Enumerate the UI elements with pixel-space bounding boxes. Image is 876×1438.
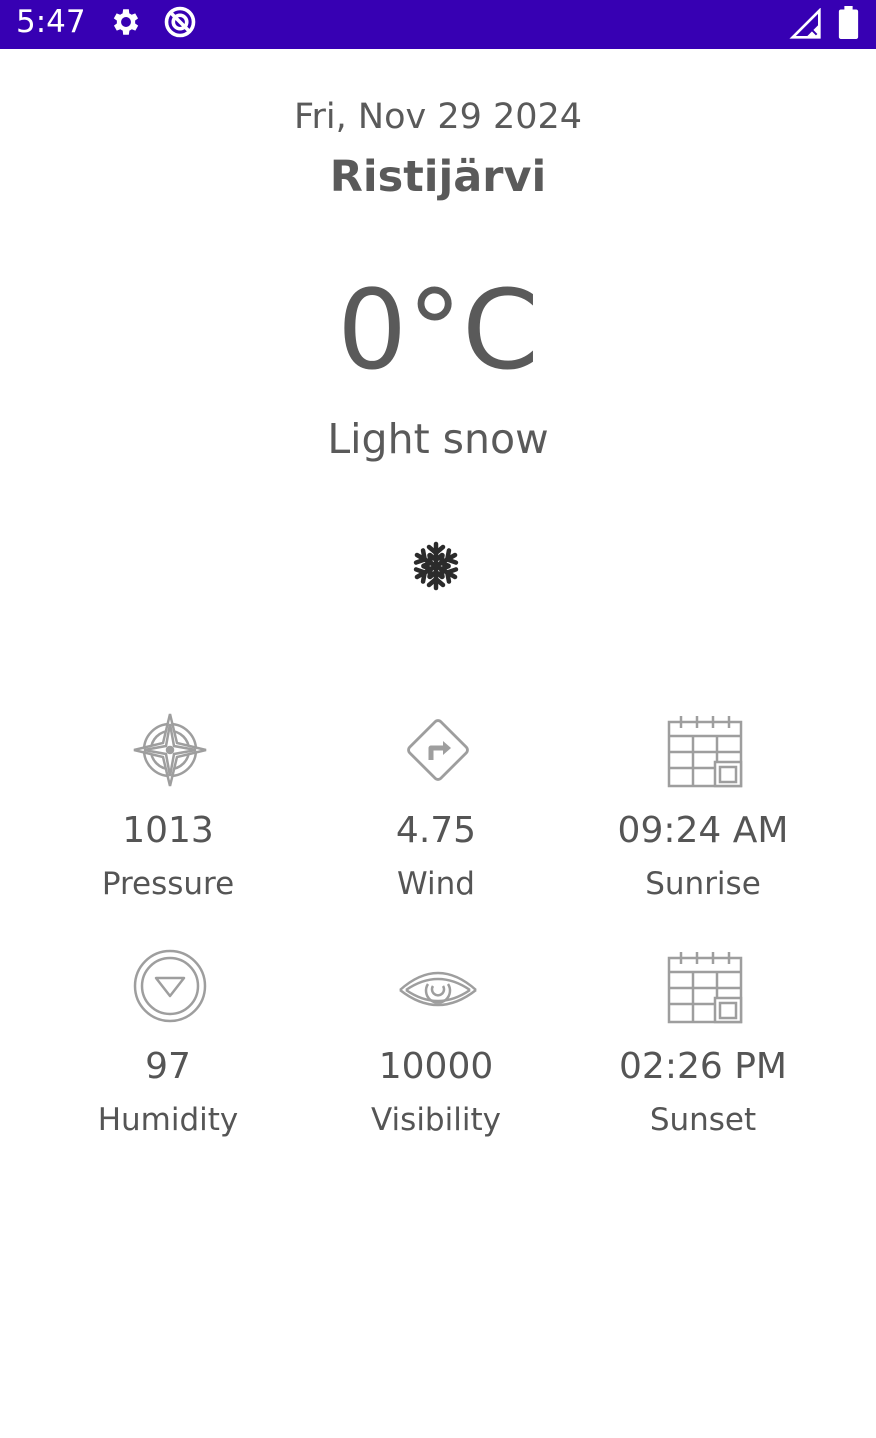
temperature: 0°C (337, 266, 539, 394)
visibility-label: Visibility (371, 1102, 501, 1138)
status-bar: 5:47 (0, 0, 876, 49)
sunrise-value: 09:24 AM (617, 810, 789, 851)
signal-icon (789, 8, 821, 39)
vpn-icon (164, 6, 196, 38)
humidity-value: 97 (145, 1046, 191, 1087)
detail-tile-visibility: 10000 Visibility (290, 946, 582, 1146)
detail-tile-sunset: 02:26 PM Sunset (557, 946, 849, 1146)
calendar-icon (667, 716, 743, 788)
weather-description: Light snow (327, 415, 549, 463)
city-name: Ristijärvi (329, 152, 547, 202)
wind-value: 4.75 (395, 810, 477, 851)
detail-tile-pressure: 1013 Pressure (22, 710, 314, 910)
humidity-label: Humidity (97, 1102, 239, 1138)
gear-icon (113, 9, 139, 35)
visibility-value: 10000 (378, 1046, 494, 1087)
status-time: 5:47 (16, 4, 86, 40)
compass-icon (133, 713, 207, 787)
wind-label: Wind (397, 866, 475, 902)
detail-tile-sunrise: 09:24 AM Sunrise (557, 710, 849, 910)
date-label: Fri, Nov 29 2024 (293, 97, 583, 137)
detail-tile-wind: 4.75 Wind (290, 710, 582, 910)
eye-icon (399, 971, 477, 1007)
battery-icon (838, 6, 859, 39)
calendar-icon (667, 952, 743, 1024)
humidity-icon (133, 949, 207, 1023)
sunrise-label: Sunrise (645, 866, 761, 902)
pressure-value: 1013 (122, 810, 214, 851)
sunset-label: Sunset (649, 1102, 757, 1138)
detail-tile-humidity: 97 Humidity (22, 946, 314, 1146)
snowflake-icon (411, 541, 461, 591)
pressure-label: Pressure (101, 866, 235, 902)
sunset-value: 02:26 PM (619, 1046, 787, 1087)
direction-sign-icon (407, 719, 469, 781)
